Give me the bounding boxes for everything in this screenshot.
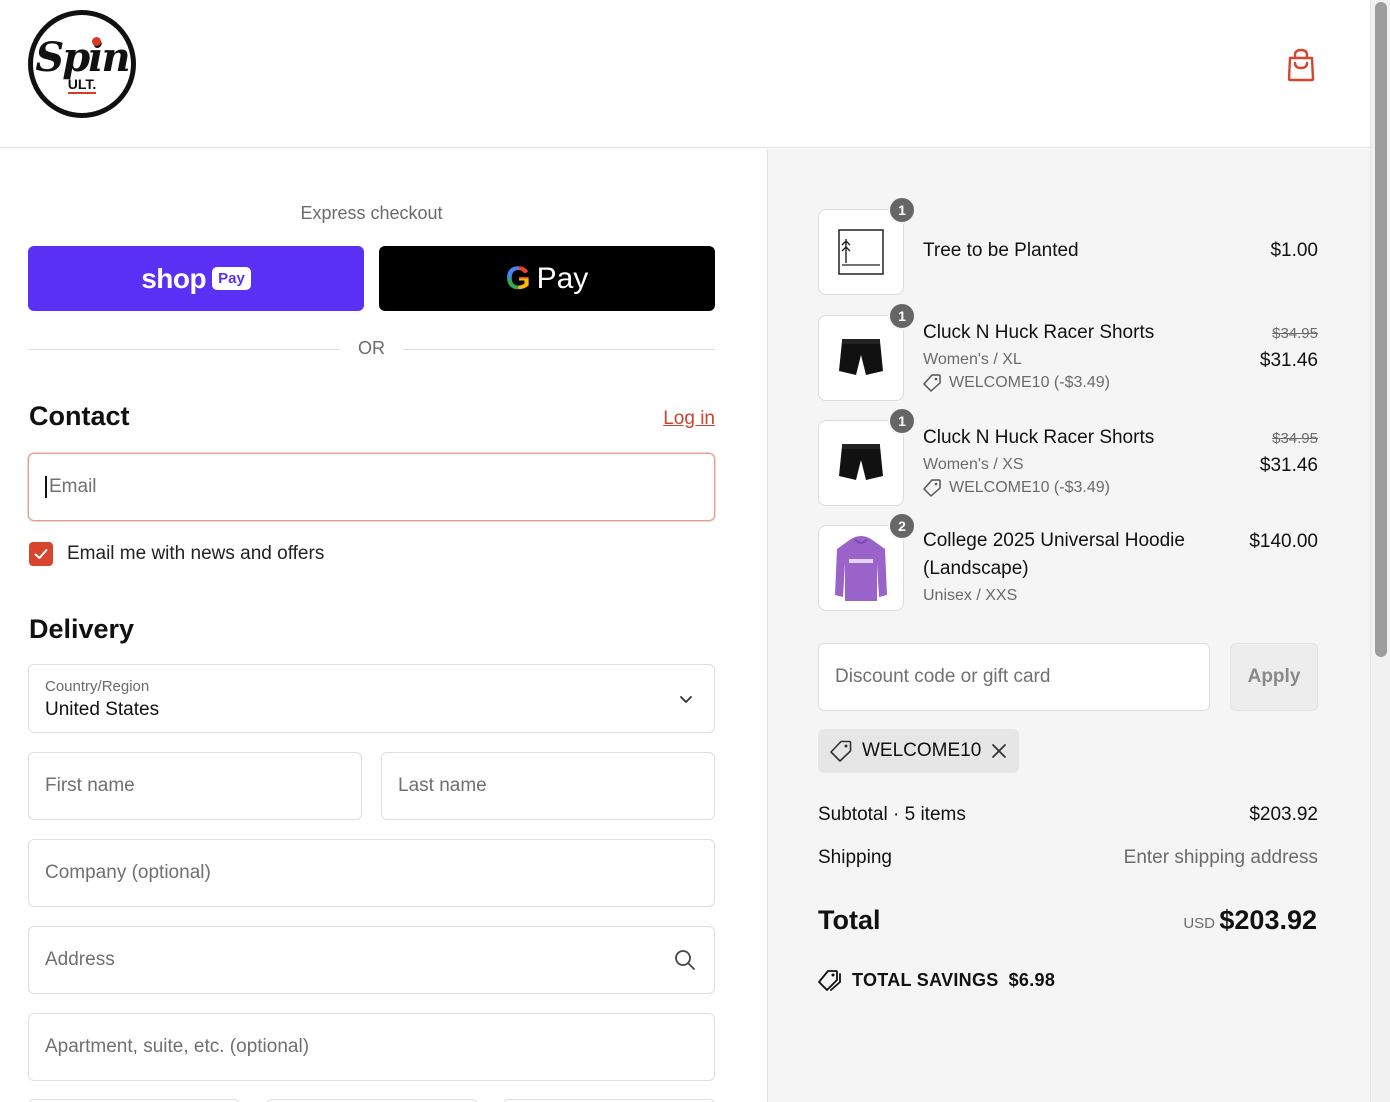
discount-code-input[interactable]: [835, 666, 1209, 688]
email-input[interactable]: [45, 476, 714, 498]
logo-text: Spin: [35, 34, 130, 81]
product-thumbnail: 1: [818, 302, 916, 401]
quantity-badge: 2: [888, 512, 916, 540]
subtotal-row: Subtotal · 5 items $203.92: [818, 804, 1318, 826]
contact-heading: Contact: [29, 401, 130, 431]
first-name-field[interactable]: First name: [28, 752, 362, 820]
shop-pay-button[interactable]: shop Pay: [28, 246, 364, 311]
tags-icon: [818, 970, 841, 991]
chevron-down-icon: [680, 696, 692, 703]
one-tree-planted-logo: [838, 229, 884, 275]
address-placeholder: Address: [45, 949, 115, 970]
cart-item: 1 Tree to be Planted $1.00: [818, 196, 1318, 295]
item-name: College 2025 Universal Hoodie (Landscape…: [923, 530, 1185, 579]
country-value: United States: [45, 699, 160, 720]
address-field[interactable]: Address: [28, 926, 715, 994]
total-value: $203.92: [1219, 905, 1317, 935]
item-discount-label: WELCOME10 (-$3.49): [949, 374, 1110, 391]
product-thumbnail: 1: [818, 407, 916, 506]
savings-value: $6.98: [1008, 969, 1056, 990]
item-discount: WELCOME10 (-$3.49): [923, 374, 1110, 392]
site-header: Spin ULT.: [0, 0, 1370, 148]
tag-icon: [830, 740, 852, 762]
divider-line-right: [403, 349, 715, 350]
item-price: $31.46: [1259, 350, 1318, 371]
google-pay-button[interactable]: G Pay: [379, 246, 715, 311]
item-name: Cluck N Huck Racer Shorts: [923, 427, 1155, 448]
company-placeholder: Company (optional): [45, 862, 211, 883]
item-variant: Women's / XS: [923, 456, 1024, 473]
shipping-row: Shipping Enter shipping address: [818, 847, 1318, 869]
page-scrollbar[interactable]: [1370, 0, 1390, 1102]
remove-discount-button[interactable]: [991, 743, 1007, 759]
scrollbar-thumb[interactable]: [1375, 2, 1387, 657]
total-currency: USD: [1183, 915, 1215, 932]
express-checkout-title: Express checkout: [300, 203, 443, 223]
close-icon: [992, 744, 1007, 758]
cart-button[interactable]: [1286, 48, 1316, 82]
quantity-badge: 1: [888, 302, 916, 330]
quantity-badge: 1: [888, 407, 916, 435]
logo-subtext: ULT.: [67, 76, 97, 94]
total-label: Total: [818, 905, 881, 935]
item-price: $1.00: [1270, 240, 1318, 261]
cart-item: 1 Cluck N Huck Racer Shorts Women's / XS…: [818, 407, 1318, 506]
google-pay-word: Pay: [536, 261, 589, 295]
logo-dot: [92, 37, 101, 46]
product-thumbnail: 2: [818, 512, 916, 611]
shop-pay-wordmark: shop: [141, 262, 207, 294]
shipping-label: Shipping: [818, 847, 892, 868]
tag-icon: [923, 374, 941, 392]
order-summary: 1 Tree to be Planted $1.00 1 Cluck N Huc…: [767, 149, 1370, 1102]
google-g-icon: G: [505, 260, 531, 296]
search-icon: [675, 950, 695, 970]
discount-code-field[interactable]: [818, 643, 1210, 711]
newsletter-checkbox[interactable]: [29, 542, 53, 566]
item-name: Tree to be Planted: [923, 240, 1079, 261]
shop-pay-badge: Pay: [212, 267, 251, 290]
subtotal-label: Subtotal · 5 items: [818, 804, 966, 825]
newsletter-label[interactable]: Email me with news and offers: [67, 543, 324, 565]
item-price: $140.00: [1249, 531, 1318, 552]
delivery-heading: Delivery: [29, 614, 135, 644]
shipping-value: Enter shipping address: [1123, 847, 1318, 868]
subtotal-value: $203.92: [1249, 804, 1318, 825]
apply-discount-button[interactable]: Apply: [1230, 643, 1318, 711]
savings-label: TOTAL SAVINGS: [852, 969, 999, 990]
item-discount: WELCOME10 (-$3.49): [923, 479, 1110, 497]
product-thumbnail: 1: [818, 196, 916, 295]
item-original-price: $34.95: [1272, 325, 1318, 342]
last-name-placeholder: Last name: [398, 775, 487, 796]
item-variant: Women's / XL: [923, 351, 1022, 368]
email-field[interactable]: [28, 453, 715, 521]
shorts-image: [839, 444, 883, 480]
item-variant: Unisex / XXS: [923, 587, 1018, 604]
cart-item: 1 Cluck N Huck Racer Shorts Women's / XL…: [818, 302, 1318, 401]
last-name-field[interactable]: Last name: [381, 752, 715, 820]
brand-logo[interactable]: Spin ULT.: [28, 10, 136, 118]
item-discount-label: WELCOME10 (-$3.49): [949, 479, 1110, 496]
item-name: Cluck N Huck Racer Shorts: [923, 322, 1155, 343]
login-link[interactable]: Log in: [663, 408, 715, 430]
first-name-placeholder: First name: [45, 775, 135, 796]
applied-code-label: WELCOME10: [862, 740, 982, 761]
country-label: Country/Region: [45, 678, 150, 695]
apartment-placeholder: Apartment, suite, etc. (optional): [45, 1036, 310, 1057]
checkout-form: Express checkout shop Pay G Pay OR Conta…: [0, 149, 767, 1102]
item-original-price: $34.95: [1272, 430, 1318, 447]
hoodie-image: [835, 536, 887, 601]
tag-icon: [923, 479, 941, 497]
or-divider: OR: [28, 338, 715, 360]
country-select[interactable]: Country/Region United States: [28, 664, 715, 733]
apartment-field[interactable]: Apartment, suite, etc. (optional): [28, 1013, 715, 1081]
shorts-image: [839, 339, 883, 375]
applied-discount-chip: WELCOME10: [818, 729, 1020, 773]
cart-item: 2 College 2025 Universal Hoodie (Landsca…: [818, 512, 1318, 611]
checkmark-icon: [34, 549, 48, 559]
quantity-badge: 1: [888, 196, 916, 224]
shopping-bag-icon: [1287, 48, 1315, 82]
total-savings: TOTAL SAVINGS $6.98: [818, 969, 1055, 991]
company-field[interactable]: Company (optional): [28, 839, 715, 907]
item-price: $31.46: [1259, 455, 1318, 476]
